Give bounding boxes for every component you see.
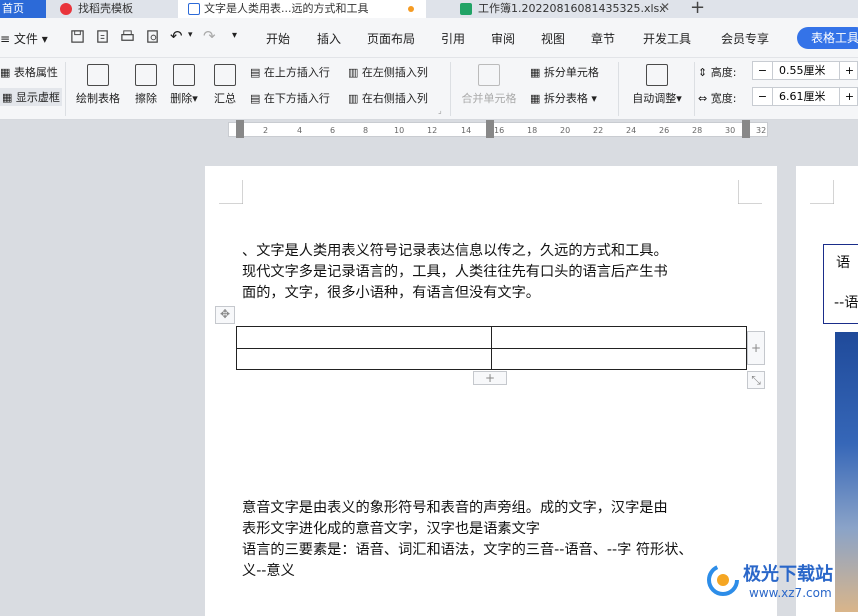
ribbon-separator <box>694 62 695 116</box>
table-resize-handle-icon[interactable]: ⤡ <box>747 371 765 389</box>
tab-table-tools[interactable]: 表格工具 <box>797 27 858 49</box>
increase-width-button[interactable]: + <box>839 88 858 105</box>
menu-references[interactable]: 引用 <box>441 30 465 47</box>
menu-start[interactable]: 开始 <box>266 30 290 47</box>
sheet-icon <box>460 3 472 15</box>
ruler-strip[interactable]: 2 4 6 8 10 12 14 16 18 20 22 24 26 28 30… <box>228 122 768 137</box>
close-tab-icon[interactable]: ✕ <box>660 0 670 14</box>
column-marker[interactable] <box>486 120 494 138</box>
draw-table-icon <box>87 64 109 86</box>
ribbon-separator <box>618 62 619 116</box>
add-row-button[interactable]: + <box>473 371 507 385</box>
summary-button[interactable]: 汇总 <box>210 64 240 106</box>
page-corner-mark <box>738 180 762 204</box>
add-tab-icon[interactable]: + <box>690 0 705 18</box>
delete-button[interactable]: 删除▾ <box>166 64 202 106</box>
document-table[interactable] <box>236 326 747 370</box>
row-height-label: ⇕ 高度: <box>698 66 737 79</box>
redo-icon[interactable]: ↷ <box>203 27 216 45</box>
page-corner-mark <box>219 180 243 204</box>
menu-membership[interactable]: 会员专享 <box>721 30 769 47</box>
quick-access-more-icon[interactable]: ▾ <box>232 30 237 41</box>
row-height-stepper[interactable]: − 0.55厘米 + <box>752 61 858 80</box>
print-icon[interactable] <box>120 29 135 44</box>
column-width-stepper[interactable]: − 6.61厘米 + <box>752 87 858 106</box>
row-height-value[interactable]: 0.55厘米 <box>779 62 826 79</box>
ribbon-separator <box>65 62 66 116</box>
menu-chapter[interactable]: 章节 <box>591 30 615 47</box>
draw-table-button[interactable]: 绘制表格 <box>72 64 124 106</box>
split-cells-button[interactable]: ▦ 拆分单元格 <box>530 64 599 80</box>
increase-height-button[interactable]: + <box>839 62 858 79</box>
insert-row-below-button[interactable]: ▤ 在下方插入行 <box>250 90 330 106</box>
insert-column-left-button[interactable]: ▥ 在左侧插入列 <box>348 64 428 80</box>
right-indent-marker[interactable] <box>742 120 750 138</box>
file-menu[interactable]: ≡ 文件 ▾ <box>0 30 48 47</box>
undo-dropdown-icon[interactable]: ▾ <box>188 30 193 40</box>
column-width-value[interactable]: 6.61厘米 <box>779 88 826 105</box>
dialog-launcher-icon[interactable]: ⌟ <box>438 106 442 115</box>
tab-bar: 首页 找稻壳模板 文字是人类用表...远的方式和工具 工作簿1.20220816… <box>0 0 858 18</box>
menu-developer[interactable]: 开发工具 <box>643 30 691 47</box>
paragraph-line[interactable]: 语言的三要素是：语音、词汇和语法，文字的三音--语音、--字 符形状、 <box>242 540 693 561</box>
paragraph-line[interactable]: 意音文字是由表义的象形符号和表音的声旁组。成的文字，汉字是由 <box>242 498 668 519</box>
tab-home[interactable]: 首页 <box>0 0 46 18</box>
eraser-icon <box>135 64 157 86</box>
table-tools-ribbon: ▦ 表格属性 ▦ 显示虚框 绘制表格 擦除 删除▾ 汇总 ▤ 在上方插入行 ▤ … <box>0 58 858 120</box>
add-column-button[interactable]: + <box>747 331 765 365</box>
show-gridlines-button[interactable]: ▦ 显示虚框 <box>0 88 62 106</box>
table-properties-button[interactable]: ▦ 表格属性 <box>0 64 58 80</box>
paragraph-line[interactable]: 、文字是人类用表义符号记录表达信息以传之，久远的方式和工具。 <box>242 241 668 262</box>
ribbon-separator <box>450 62 451 116</box>
insert-column-right-button[interactable]: ▥ 在右侧插入列 <box>348 90 428 106</box>
menu-page-layout[interactable]: 页面布局 <box>367 30 415 47</box>
print-preview-icon[interactable] <box>145 29 160 44</box>
summary-icon <box>214 64 236 86</box>
paragraph-line[interactable]: 表形文字进化成的意音文字，汉字也是语素文字 <box>242 519 540 540</box>
watermark-swirl-icon <box>707 564 739 596</box>
export-pdf-icon[interactable] <box>95 29 110 44</box>
paragraph-line[interactable]: 面的，文字，很多小语种，有语言但没有文字。 <box>242 283 540 304</box>
auto-adjust-button[interactable]: 自动调整▾ <box>624 64 690 106</box>
delete-table-icon <box>173 64 195 86</box>
tab-document[interactable]: 文字是人类用表...远的方式和工具 <box>178 0 426 18</box>
decrease-width-button[interactable]: − <box>753 88 773 105</box>
undo-icon[interactable]: ↶ <box>170 27 183 45</box>
menu-review[interactable]: 审阅 <box>491 30 515 47</box>
docer-logo-icon <box>60 3 72 15</box>
save-icon[interactable] <box>70 29 85 44</box>
watermark-logo: 极光下载站 www.xz7.com <box>705 556 858 610</box>
menu-view[interactable]: 视图 <box>541 30 565 47</box>
tab-template[interactable]: 找稻壳模板 <box>46 0 176 18</box>
menu-insert[interactable]: 插入 <box>317 30 341 47</box>
insert-row-above-button[interactable]: ▤ 在上方插入行 <box>250 64 330 80</box>
table-column-divider <box>491 327 493 369</box>
merge-cells-icon <box>478 64 500 86</box>
page-corner-mark <box>810 180 834 204</box>
table-move-handle-icon[interactable]: ✥ <box>215 306 235 324</box>
erase-button[interactable]: 擦除 <box>130 64 162 106</box>
paragraph-line[interactable]: 现代文字多是记录语言的，工具，人类往往先有口头的语言后产生书 <box>242 262 668 283</box>
tab-spreadsheet[interactable]: 工作簿1.20220816081435325.xlsx <box>440 0 678 18</box>
menu-bar: ≡ 文件 ▾ ↶ ▾ ↷ ▾ 开始 插入 页面布局 引用 审阅 视图 章节 开发… <box>0 18 858 58</box>
horizontal-ruler: 2 4 6 8 10 12 14 16 18 20 22 24 26 28 30… <box>0 120 858 140</box>
auto-adjust-icon <box>646 64 668 86</box>
left-indent-marker[interactable] <box>236 120 244 138</box>
paragraph-line[interactable]: 义--意义 <box>242 561 295 582</box>
next-page-textbox[interactable]: 语 --语 <box>823 244 858 324</box>
split-table-button[interactable]: ▦ 拆分表格 ▾ <box>530 90 597 106</box>
decrease-height-button[interactable]: − <box>753 62 773 79</box>
unsaved-dot-icon <box>408 6 414 12</box>
word-doc-icon <box>188 3 200 15</box>
column-width-label: ⇔ 宽度: <box>698 92 737 105</box>
merge-cells-button[interactable]: 合并单元格 <box>456 64 522 106</box>
